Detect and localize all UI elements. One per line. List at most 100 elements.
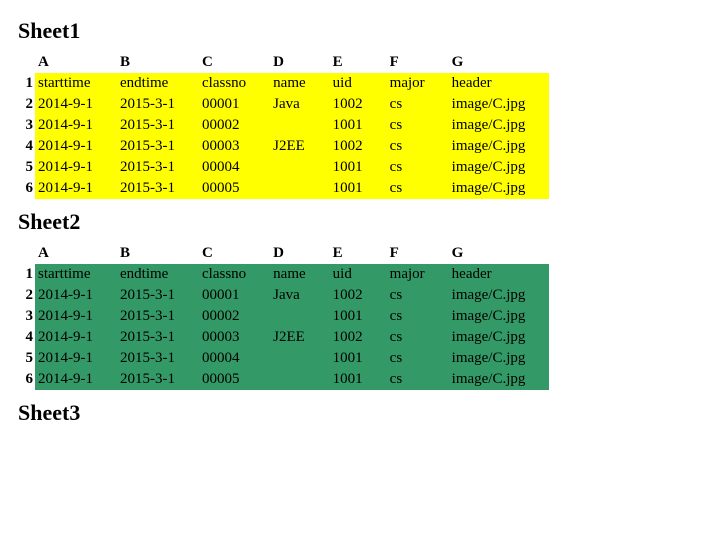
table-row: 62014-9-12015-3-1000051001csimage/C.jpg [18,369,549,390]
cell: name [270,73,329,94]
cell: 2014-9-1 [35,157,117,178]
cell: 1001 [330,348,387,369]
cell: 2015-3-1 [117,94,199,115]
cell: header [449,73,550,94]
cell: 1002 [330,285,387,306]
sheet-title: Sheet1 [18,18,691,44]
column-header: A [35,243,117,264]
cell: 2014-9-1 [35,94,117,115]
cell: cs [387,94,449,115]
cell: starttime [35,73,117,94]
cell: J2EE [270,327,329,348]
cell: image/C.jpg [449,348,550,369]
cell: name [270,264,329,285]
table-row: 62014-9-12015-3-1000051001csimage/C.jpg [18,178,549,199]
cell: 2014-9-1 [35,306,117,327]
column-header-row: ABCDEFG [18,243,549,264]
cell: Java [270,94,329,115]
cell: 1002 [330,94,387,115]
cell: image/C.jpg [449,115,550,136]
cell: cs [387,285,449,306]
cell: 2014-9-1 [35,348,117,369]
sheet-table: ABCDEFG1starttimeendtimeclassnonameuidma… [18,243,549,390]
cell: 2015-3-1 [117,115,199,136]
cell: 1001 [330,369,387,390]
cell: J2EE [270,136,329,157]
cell: 2015-3-1 [117,327,199,348]
column-header: B [117,243,199,264]
cell: 00004 [199,157,270,178]
cell: cs [387,327,449,348]
row-number: 5 [18,348,35,369]
row-number: 1 [18,73,35,94]
table-row: 32014-9-12015-3-1000021001csimage/C.jpg [18,115,549,136]
column-header: G [449,243,550,264]
row-number: 4 [18,136,35,157]
table-row: 42014-9-12015-3-100003J2EE1002csimage/C.… [18,136,549,157]
cell: 1001 [330,178,387,199]
table-row: 22014-9-12015-3-100001Java1002csimage/C.… [18,94,549,115]
row-number: 1 [18,264,35,285]
cell: header [449,264,550,285]
cell: classno [199,264,270,285]
cell: 2015-3-1 [117,306,199,327]
cell: 2014-9-1 [35,178,117,199]
cell: 2014-9-1 [35,369,117,390]
cell: cs [387,136,449,157]
cell: 2015-3-1 [117,136,199,157]
column-header: B [117,52,199,73]
document-root: Sheet1ABCDEFG1starttimeendtimeclassnonam… [18,18,691,426]
cell: image/C.jpg [449,306,550,327]
cell: 2014-9-1 [35,115,117,136]
cell: classno [199,73,270,94]
cell: 00004 [199,348,270,369]
cell: image/C.jpg [449,94,550,115]
sheet-title: Sheet3 [18,400,691,426]
cell: major [387,73,449,94]
cell: starttime [35,264,117,285]
cell [270,348,329,369]
cell: uid [330,264,387,285]
table-row: 1starttimeendtimeclassnonameuidmajorhead… [18,73,549,94]
cell: 2014-9-1 [35,327,117,348]
corner-cell [18,243,35,264]
cell: image/C.jpg [449,178,550,199]
cell: 1001 [330,157,387,178]
cell: 1001 [330,115,387,136]
cell: cs [387,348,449,369]
table-row: 32014-9-12015-3-1000021001csimage/C.jpg [18,306,549,327]
cell: image/C.jpg [449,327,550,348]
cell: 00002 [199,115,270,136]
column-header: C [199,52,270,73]
cell: Java [270,285,329,306]
cell: 1002 [330,136,387,157]
cell: 2014-9-1 [35,285,117,306]
sheet-table: ABCDEFG1starttimeendtimeclassnonameuidma… [18,52,549,199]
cell [270,306,329,327]
cell: 00002 [199,306,270,327]
row-number: 3 [18,115,35,136]
cell: image/C.jpg [449,157,550,178]
cell: 2015-3-1 [117,348,199,369]
cell: cs [387,369,449,390]
cell: 1002 [330,327,387,348]
cell [270,115,329,136]
column-header: A [35,52,117,73]
row-number: 3 [18,306,35,327]
row-number: 6 [18,178,35,199]
column-header: F [387,243,449,264]
table-row: 52014-9-12015-3-100004 1001csimage/C.jpg [18,348,549,369]
cell: 2015-3-1 [117,178,199,199]
row-number: 2 [18,285,35,306]
cell: image/C.jpg [449,369,550,390]
table-row: 22014-9-12015-3-100001Java1002csimage/C.… [18,285,549,306]
cell: 2014-9-1 [35,136,117,157]
cell: 00003 [199,327,270,348]
cell: cs [387,178,449,199]
column-header: E [330,52,387,73]
table-row: 52014-9-12015-3-1000041001csimage/C.jpg [18,157,549,178]
table-row: 42014-9-12015-3-100003J2EE1002csimage/C.… [18,327,549,348]
column-header: D [270,52,329,73]
row-number: 6 [18,369,35,390]
cell [270,157,329,178]
